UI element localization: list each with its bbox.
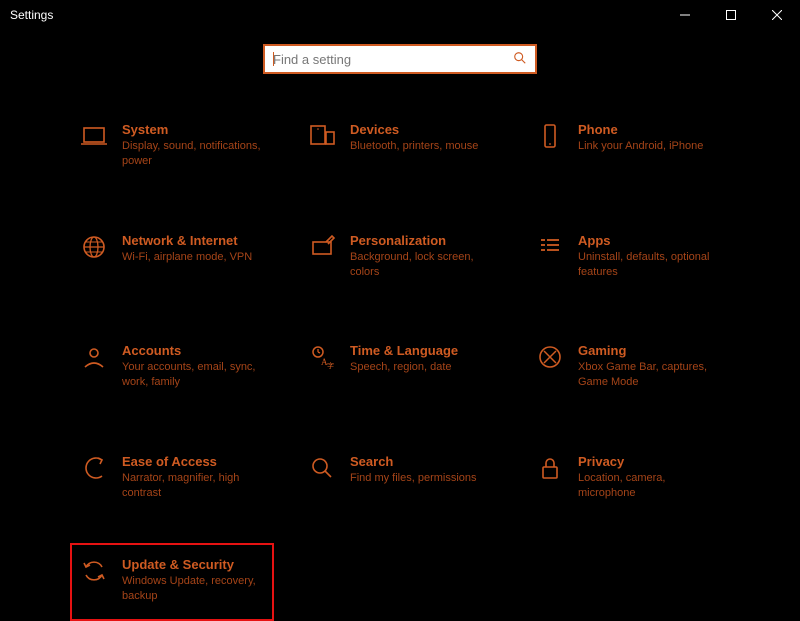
ease-icon <box>80 454 108 482</box>
close-button[interactable] <box>754 0 800 30</box>
tile-devices[interactable]: Devices Bluetooth, printers, mouse <box>298 114 502 181</box>
search-box[interactable] <box>263 44 537 74</box>
tile-title: Search <box>350 454 477 469</box>
tile-body: Privacy Location, camera, microphone <box>578 454 720 501</box>
time-icon <box>308 343 336 371</box>
tile-title: Apps <box>578 233 720 248</box>
globe-icon <box>80 233 108 261</box>
title-bar: Settings <box>0 0 800 30</box>
tile-title: System <box>122 122 264 137</box>
tile-system[interactable]: System Display, sound, notifications, pow… <box>70 114 274 181</box>
tile-subtitle: Your accounts, email, sync, work, family <box>122 360 264 390</box>
tile-title: Phone <box>578 122 703 137</box>
tile-subtitle: Find my files, permissions <box>350 471 477 486</box>
tile-body: Network & Internet Wi-Fi, airplane mode, … <box>122 233 252 265</box>
tile-search[interactable]: Search Find my files, permissions <box>298 446 502 513</box>
laptop-icon <box>80 122 108 150</box>
tile-body: Ease of Access Narrator, magnifier, high … <box>122 454 264 501</box>
tile-update[interactable]: Update & Security Windows Update, recover… <box>70 543 274 621</box>
tile-network[interactable]: Network & Internet Wi-Fi, airplane mode, … <box>70 225 274 292</box>
search-container <box>0 44 800 74</box>
search-icon <box>308 454 336 482</box>
accounts-icon <box>80 343 108 371</box>
tile-personalization[interactable]: Personalization Background, lock screen, … <box>298 225 502 292</box>
update-icon <box>80 557 108 585</box>
apps-icon <box>536 233 564 261</box>
tile-subtitle: Link your Android, iPhone <box>578 139 703 154</box>
tile-title: Time & Language <box>350 343 458 358</box>
window-controls <box>662 0 800 30</box>
tile-title: Personalization <box>350 233 492 248</box>
text-caret <box>273 52 274 66</box>
tile-subtitle: Bluetooth, printers, mouse <box>350 139 478 154</box>
tile-ease[interactable]: Ease of Access Narrator, magnifier, high … <box>70 446 274 513</box>
tile-phone[interactable]: Phone Link your Android, iPhone <box>526 114 730 181</box>
tile-title: Network & Internet <box>122 233 252 248</box>
tile-body: Search Find my files, permissions <box>350 454 477 486</box>
tile-subtitle: Location, camera, microphone <box>578 471 720 501</box>
tile-body: Phone Link your Android, iPhone <box>578 122 703 154</box>
tile-title: Gaming <box>578 343 720 358</box>
search-input[interactable] <box>273 52 513 67</box>
phone-icon <box>536 122 564 150</box>
tile-body: System Display, sound, notifications, pow… <box>122 122 264 169</box>
gaming-icon <box>536 343 564 371</box>
tile-time[interactable]: Time & Language Speech, region, date <box>298 335 502 402</box>
tile-subtitle: Display, sound, notifications, power <box>122 139 264 169</box>
tile-title: Privacy <box>578 454 720 469</box>
maximize-button[interactable] <box>708 0 754 30</box>
tile-subtitle: Xbox Game Bar, captures, Game Mode <box>578 360 720 390</box>
tile-privacy[interactable]: Privacy Location, camera, microphone <box>526 446 730 513</box>
paint-icon <box>308 233 336 261</box>
tile-title: Accounts <box>122 343 264 358</box>
tile-subtitle: Uninstall, defaults, optional features <box>578 250 720 280</box>
tile-apps[interactable]: Apps Uninstall, defaults, optional featur… <box>526 225 730 292</box>
tile-title: Ease of Access <box>122 454 264 469</box>
tile-body: Devices Bluetooth, printers, mouse <box>350 122 478 154</box>
tile-body: Accounts Your accounts, email, sync, work… <box>122 343 264 390</box>
privacy-icon <box>536 454 564 482</box>
tile-title: Update & Security <box>122 557 264 572</box>
window-title: Settings <box>10 8 53 22</box>
tile-gaming[interactable]: Gaming Xbox Game Bar, captures, Game Mode <box>526 335 730 402</box>
tile-body: Gaming Xbox Game Bar, captures, Game Mode <box>578 343 720 390</box>
tile-subtitle: Windows Update, recovery, backup <box>122 574 264 604</box>
tile-subtitle: Narrator, magnifier, high contrast <box>122 471 264 501</box>
tile-body: Personalization Background, lock screen, … <box>350 233 492 280</box>
tile-subtitle: Background, lock screen, colors <box>350 250 492 280</box>
tile-subtitle: Speech, region, date <box>350 360 458 375</box>
tile-title: Devices <box>350 122 478 137</box>
devices-icon <box>308 122 336 150</box>
tile-body: Update & Security Windows Update, recover… <box>122 557 264 604</box>
tile-body: Time & Language Speech, region, date <box>350 343 458 375</box>
tile-body: Apps Uninstall, defaults, optional featur… <box>578 233 720 280</box>
search-icon <box>513 51 527 68</box>
tile-accounts[interactable]: Accounts Your accounts, email, sync, work… <box>70 335 274 402</box>
minimize-button[interactable] <box>662 0 708 30</box>
tile-subtitle: Wi-Fi, airplane mode, VPN <box>122 250 252 265</box>
settings-grid: System Display, sound, notifications, pow… <box>0 114 800 621</box>
